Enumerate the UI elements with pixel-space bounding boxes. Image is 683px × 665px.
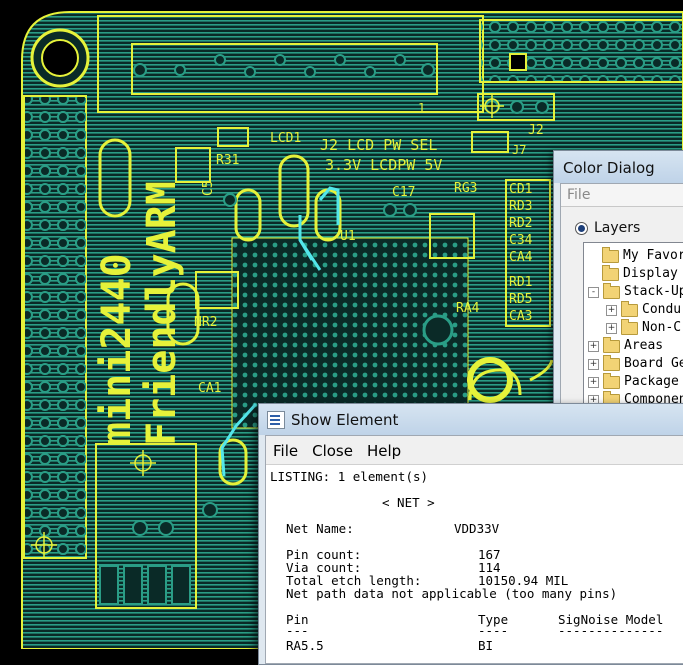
tree-item-areas[interactable]: + Areas xyxy=(588,336,664,355)
silk-one: 1 xyxy=(418,101,425,115)
menu-file[interactable]: File xyxy=(266,436,305,464)
col-rule-pin: --- xyxy=(286,623,309,638)
folder-icon xyxy=(602,264,619,281)
silk-u1: U1 xyxy=(340,229,356,244)
silk-lcd1: LCD1 xyxy=(270,131,301,146)
menu-help[interactable]: Help xyxy=(360,436,408,464)
tree-item-display[interactable]: Display xyxy=(602,264,678,283)
expand-icon[interactable]: + xyxy=(606,322,617,334)
show-element-window[interactable]: Show Element File Close Help LISTING: 1 … xyxy=(258,403,683,665)
tree-item-non-conductor[interactable]: + Non-C xyxy=(606,318,682,337)
silk-ca4: CA4 xyxy=(509,250,533,265)
folder-icon xyxy=(621,318,638,335)
radio-selected-icon[interactable] xyxy=(575,221,588,235)
table-row-pin: RA5.5 xyxy=(286,638,324,653)
layers-radio-label: Layers xyxy=(594,220,641,236)
folder-icon xyxy=(603,372,620,389)
tree-item-label: Condu xyxy=(642,302,682,317)
silk-rd1: RD1 xyxy=(509,275,532,290)
net-heading: < NET > xyxy=(382,495,435,510)
board-name-line2: FriendlyARM xyxy=(139,181,185,446)
expand-icon[interactable]: + xyxy=(588,358,599,370)
silk-c34: C34 xyxy=(509,233,533,248)
menu-close[interactable]: Close xyxy=(305,436,360,464)
folder-icon xyxy=(621,300,638,317)
silk-rd3: RD3 xyxy=(509,199,532,214)
listing-window-icon xyxy=(267,410,285,429)
silk-r31: R31 xyxy=(216,153,239,168)
silk-cd1: CD1 xyxy=(509,182,532,197)
folder-icon xyxy=(603,336,620,353)
tree-item-label: Non-C xyxy=(642,320,682,335)
tree-item-label: Areas xyxy=(624,338,664,353)
expand-icon[interactable]: + xyxy=(606,304,617,316)
color-dialog-menubar: File xyxy=(561,184,683,207)
expand-icon[interactable]: + xyxy=(588,340,599,352)
color-dialog-body: File Layers My Favor Display - Stack-Up … xyxy=(560,183,683,411)
silk-j7: J7 xyxy=(512,143,526,157)
net-path-note: Net path data not applicable (too many p… xyxy=(286,586,618,601)
layers-radio[interactable]: Layers xyxy=(575,220,640,236)
collapse-icon[interactable]: - xyxy=(588,286,599,298)
silk-lcd-voltages: 3.3V LCDPW 5V xyxy=(325,156,442,174)
tree-item-board-geometry[interactable]: + Board Ge xyxy=(588,354,683,373)
tree-item-label: My Favor xyxy=(623,248,683,263)
tree-item-label: Display xyxy=(623,266,678,281)
silk-c5: C5 xyxy=(201,180,216,196)
silk-ra4: RA4 xyxy=(456,301,480,316)
tree-item-stack-up[interactable]: - Stack-Up xyxy=(588,282,683,301)
show-element-title: Show Element xyxy=(291,410,399,429)
layer-tree[interactable]: My Favor Display - Stack-Up + Condu + No… xyxy=(583,242,683,410)
net-name-value: VDD33V xyxy=(454,521,500,536)
listing-header: LISTING: 1 element(s) xyxy=(270,469,429,484)
show-element-menubar: File Close Help xyxy=(266,436,683,465)
tree-item-my-favorites[interactable]: My Favor xyxy=(602,246,683,265)
col-rule-model: -------------- xyxy=(558,623,664,638)
silk-j2: J2 xyxy=(528,123,544,138)
silk-ca3: CA3 xyxy=(509,309,532,324)
board-name-line1: mini2440 xyxy=(94,253,140,446)
expand-icon[interactable]: + xyxy=(588,376,599,388)
show-element-titlebar[interactable]: Show Element xyxy=(259,404,683,435)
silk-nr2: NR2 xyxy=(194,315,217,330)
col-rule-type: ---- xyxy=(478,623,509,638)
silk-lcd-pw-sel: J2 LCD PW SEL xyxy=(320,136,437,154)
folder-icon xyxy=(603,282,620,299)
silk-c17: C17 xyxy=(392,185,415,200)
tree-item-conductor[interactable]: + Condu xyxy=(606,300,682,319)
menu-file[interactable]: File xyxy=(567,187,590,203)
silk-rd2: RD2 xyxy=(509,216,532,231)
tree-item-package[interactable]: + Package xyxy=(588,372,679,391)
tree-item-label: Package xyxy=(624,374,679,389)
color-dialog-window[interactable]: Color Dialog File Layers My Favor Displa… xyxy=(553,150,683,412)
tree-item-label: Stack-Up xyxy=(624,284,683,299)
net-name-label: Net Name: xyxy=(286,521,354,536)
table-row-type: BI xyxy=(478,638,494,653)
silk-ca1: CA1 xyxy=(198,381,221,396)
folder-icon xyxy=(603,354,620,371)
silk-rg3: RG3 xyxy=(454,181,477,196)
folder-icon xyxy=(602,246,619,263)
silk-rd5: RD5 xyxy=(509,292,532,307)
show-element-body: File Close Help LISTING: 1 element(s) < … xyxy=(265,435,683,664)
color-dialog-title[interactable]: Color Dialog xyxy=(554,151,683,183)
tree-item-label: Board Ge xyxy=(624,356,683,371)
